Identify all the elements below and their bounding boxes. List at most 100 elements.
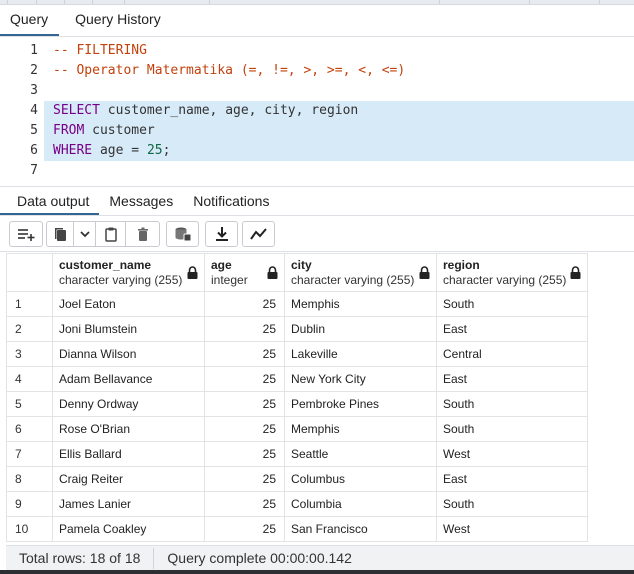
table-row[interactable]: 7 Ellis Ballard 25 Seattle West [6,441,588,467]
tab-query[interactable]: Query [0,5,60,36]
tab-notifications[interactable]: Notifications [183,187,279,215]
column-header-city[interactable]: city character varying (255) [284,253,437,292]
cell-region[interactable]: West [436,516,588,542]
cell-region[interactable]: South [436,391,588,417]
column-type: character varying (255) [291,273,415,287]
table-row[interactable]: 10 Pamela Coakley 25 San Francisco West [6,516,588,542]
grid-corner-cell[interactable] [6,253,53,292]
save-data-button[interactable] [167,222,198,246]
cell-region[interactable]: East [436,366,588,392]
cell-city[interactable]: Memphis [284,291,437,317]
cell-city[interactable]: Columbia [284,491,437,517]
cell-customer-name[interactable]: James Lanier [52,491,205,517]
column-header-age[interactable]: age integer [204,253,285,292]
table-row[interactable]: 6 Rose O'Brian 25 Memphis South [6,416,588,442]
cell-customer-name[interactable]: Ellis Ballard [52,441,205,467]
download-icon [215,227,228,241]
paste-icon [104,227,117,242]
editor-line[interactable]: 7 [0,161,634,181]
cell-customer-name[interactable]: Adam Bellavance [52,366,205,392]
cell-age[interactable]: 25 [204,416,285,442]
row-number[interactable]: 4 [6,366,53,392]
cell-city[interactable]: New York City [284,366,437,392]
table-row[interactable]: 9 James Lanier 25 Columbia South [6,491,588,517]
tab-data-output[interactable]: Data output [0,187,100,215]
cell-region[interactable]: Central [436,341,588,367]
cell-region[interactable]: South [436,416,588,442]
editor-line[interactable]: 6 WHERE age = 25; [0,141,634,161]
download-button[interactable] [206,222,237,246]
cell-customer-name[interactable]: Joel Eaton [52,291,205,317]
cell-region[interactable]: South [436,491,588,517]
copy-button[interactable] [47,222,74,246]
cell-age[interactable]: 25 [204,441,285,467]
code-token: ; [162,143,171,158]
editor-line[interactable]: 2 -- Operator Matermatika (=, !=, >, >=, … [0,61,634,81]
cell-city[interactable]: Lakeville [284,341,437,367]
cell-region[interactable]: East [436,316,588,342]
cell-customer-name[interactable]: Craig Reiter [52,466,205,492]
graph-visualiser-button[interactable] [243,222,274,246]
column-header-region[interactable]: region character varying (255) [436,253,588,292]
cell-customer-name[interactable]: Denny Ordway [52,391,205,417]
column-type: character varying (255) [59,273,183,287]
lock-icon [419,266,430,279]
column-header-customer-name[interactable]: customer_name character varying (255) [52,253,205,292]
cell-age[interactable]: 25 [204,366,285,392]
header-row: customer_name character varying (255) age i… [6,253,588,292]
cell-region[interactable]: South [436,291,588,317]
cell-customer-name[interactable]: Joni Blumstein [52,316,205,342]
cell-city[interactable]: Memphis [284,416,437,442]
row-number[interactable]: 3 [6,341,53,367]
cell-age[interactable]: 25 [204,291,285,317]
table-row[interactable]: 2 Joni Blumstein 25 Dublin East [6,316,588,342]
table-row[interactable]: 5 Denny Ordway 25 Pembroke Pines South [6,391,588,417]
table-row[interactable]: 4 Adam Bellavance 25 New York City East [6,366,588,392]
cell-age[interactable]: 25 [204,516,285,542]
copy-options-button[interactable] [74,222,96,246]
cell-customer-name[interactable]: Dianna Wilson [52,341,205,367]
cell-city[interactable]: Pembroke Pines [284,391,437,417]
table-row[interactable]: 3 Dianna Wilson 25 Lakeville Central [6,341,588,367]
table-row[interactable]: 8 Craig Reiter 25 Columbus East [6,466,588,492]
cell-city[interactable]: Dublin [284,316,437,342]
cell-age[interactable]: 25 [204,466,285,492]
row-number[interactable]: 2 [6,316,53,342]
result-table: customer_name character varying (255) age i… [6,253,588,542]
cell-age[interactable]: 25 [204,491,285,517]
row-number[interactable]: 9 [6,491,53,517]
cell-region[interactable]: East [436,466,588,492]
cell-city[interactable]: San Francisco [284,516,437,542]
cell-customer-name[interactable]: Rose O'Brian [52,416,205,442]
status-divider [153,547,155,569]
cell-city[interactable]: Seattle [284,441,437,467]
row-number[interactable]: 1 [6,291,53,317]
add-row-button[interactable] [10,222,42,246]
cell-age[interactable]: 25 [204,391,285,417]
sql-editor[interactable]: 1 -- FILTERING 2 -- Operator Matermatika (=… [0,37,634,185]
tab-messages[interactable]: Messages [99,187,183,215]
cell-age[interactable]: 25 [204,341,285,367]
code-token: age = [92,143,147,158]
code-token: SELECT [53,103,100,118]
row-number[interactable]: 5 [6,391,53,417]
editor-line[interactable]: 4 SELECT customer_name, age, city, region [0,101,634,121]
row-number[interactable]: 7 [6,441,53,467]
cell-city[interactable]: Columbus [284,466,437,492]
line-number-gutter: 1 [0,41,44,61]
row-number[interactable]: 10 [6,516,53,542]
paste-button[interactable] [96,222,126,246]
cell-age[interactable]: 25 [204,316,285,342]
cell-customer-name[interactable]: Pamela Coakley [52,516,205,542]
line-number-gutter: 4 [0,101,44,121]
editor-line[interactable]: 3 [0,81,634,101]
row-number[interactable]: 6 [6,416,53,442]
copy-icon [55,228,66,241]
editor-line[interactable]: 5 FROM customer [0,121,634,141]
cell-region[interactable]: West [436,441,588,467]
delete-button[interactable] [126,222,159,246]
tab-query-history[interactable]: Query History [65,5,171,36]
editor-line[interactable]: 1 -- FILTERING [0,41,634,61]
row-number[interactable]: 8 [6,466,53,492]
table-row[interactable]: 1 Joel Eaton 25 Memphis South [6,291,588,317]
